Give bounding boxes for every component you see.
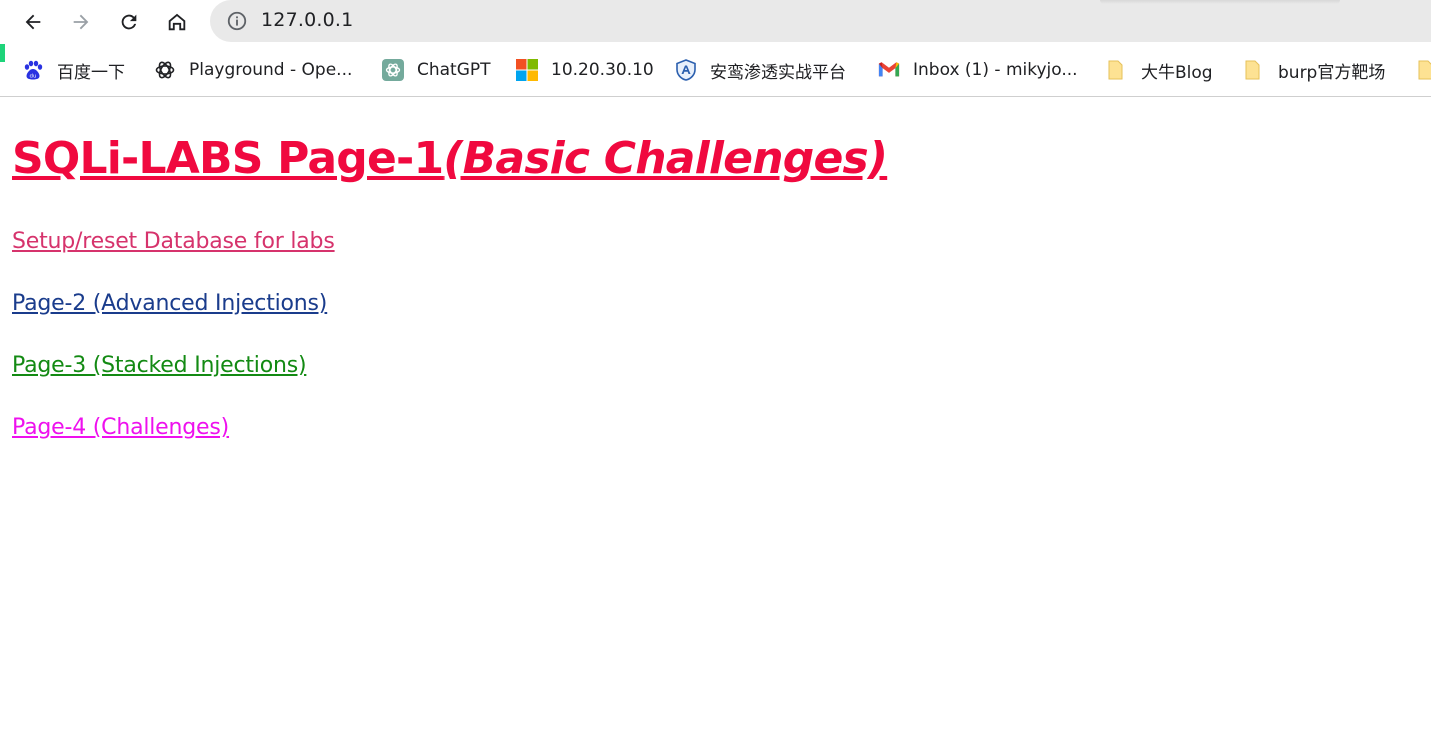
forward-button[interactable] bbox=[65, 6, 97, 38]
bookmark-anluan[interactable]: 安鸾渗透实战平台 bbox=[675, 56, 846, 84]
bookmark-folder-daniu-blog[interactable]: 大牛Blog bbox=[1106, 56, 1213, 84]
shield-logo-icon bbox=[675, 59, 697, 81]
folder-icon bbox=[1243, 59, 1265, 81]
bookmark-label: 百度一下 bbox=[57, 62, 125, 83]
bookmark-label: 大牛Blog bbox=[1141, 62, 1213, 83]
bookmark-label: Inbox (1) - mikyjo... bbox=[913, 60, 1078, 80]
page-3-stacked-injections-link[interactable]: Page-3 (Stacked Injections) bbox=[12, 353, 307, 378]
page-title-main: SQLi-LABS Page-1 bbox=[12, 133, 444, 184]
page-4-challenges-link[interactable]: Page-4 (Challenges) bbox=[12, 415, 229, 440]
forward-arrow-icon bbox=[73, 14, 89, 30]
page-title-link[interactable]: SQLi-LABS Page-1(Basic Challenges) bbox=[12, 133, 888, 184]
setup-reset-database-link[interactable]: Setup/reset Database for labs bbox=[12, 229, 335, 254]
bookmark-playground[interactable]: Playground - Ope... bbox=[154, 56, 352, 84]
openai-logo-icon bbox=[154, 59, 176, 81]
reload-button[interactable] bbox=[113, 6, 145, 38]
back-arrow-icon bbox=[25, 14, 41, 30]
bookmark-label: burp官方靶场 bbox=[1278, 62, 1386, 83]
chatgpt-logo-icon bbox=[382, 59, 404, 81]
page-2-advanced-injections-link[interactable]: Page-2 (Advanced Injections) bbox=[12, 291, 327, 316]
svg-text:du: du bbox=[30, 74, 37, 80]
address-bar[interactable]: 127.0.0.1 bbox=[210, 0, 1431, 42]
bookmark-chatgpt[interactable]: ChatGPT bbox=[382, 56, 491, 84]
bookmark-10-20-30-10[interactable]: 10.20.30.10 bbox=[516, 56, 654, 84]
gmail-icon bbox=[878, 59, 900, 81]
windows-logo-icon bbox=[516, 59, 538, 81]
bookmark-label: 10.20.30.10 bbox=[551, 60, 654, 80]
bookmark-folder-overflow[interactable] bbox=[1416, 56, 1431, 84]
url-text[interactable]: 127.0.0.1 bbox=[261, 9, 353, 31]
home-icon bbox=[168, 13, 186, 31]
browser-toolbar: 127.0.0.1 bbox=[0, 0, 1431, 44]
baidu-paw-icon: du bbox=[22, 59, 44, 81]
bookmark-folder-burp[interactable]: burp官方靶场 bbox=[1243, 56, 1385, 84]
bookmark-label: 安鸾渗透实战平台 bbox=[710, 62, 846, 83]
page-title-sub: (Basic Challenges) bbox=[443, 133, 888, 184]
bookmarks-bar: du 百度一下 Playground - Ope... ChatGPT 10.2… bbox=[0, 50, 1431, 90]
home-button[interactable] bbox=[161, 6, 193, 38]
info-circle-icon[interactable] bbox=[226, 10, 248, 32]
omnibox-shadow bbox=[1100, 0, 1340, 4]
back-button[interactable] bbox=[17, 6, 49, 38]
bookmark-label: ChatGPT bbox=[417, 60, 491, 80]
folder-icon bbox=[1106, 59, 1128, 81]
bookmark-label: Playground - Ope... bbox=[189, 60, 353, 80]
bookmarks-divider bbox=[0, 96, 1431, 97]
reload-icon bbox=[121, 14, 137, 30]
bookmark-baidu[interactable]: du 百度一下 bbox=[22, 56, 125, 84]
bookmark-gmail-inbox[interactable]: Inbox (1) - mikyjo... bbox=[878, 56, 1078, 84]
folder-icon bbox=[1416, 59, 1431, 81]
